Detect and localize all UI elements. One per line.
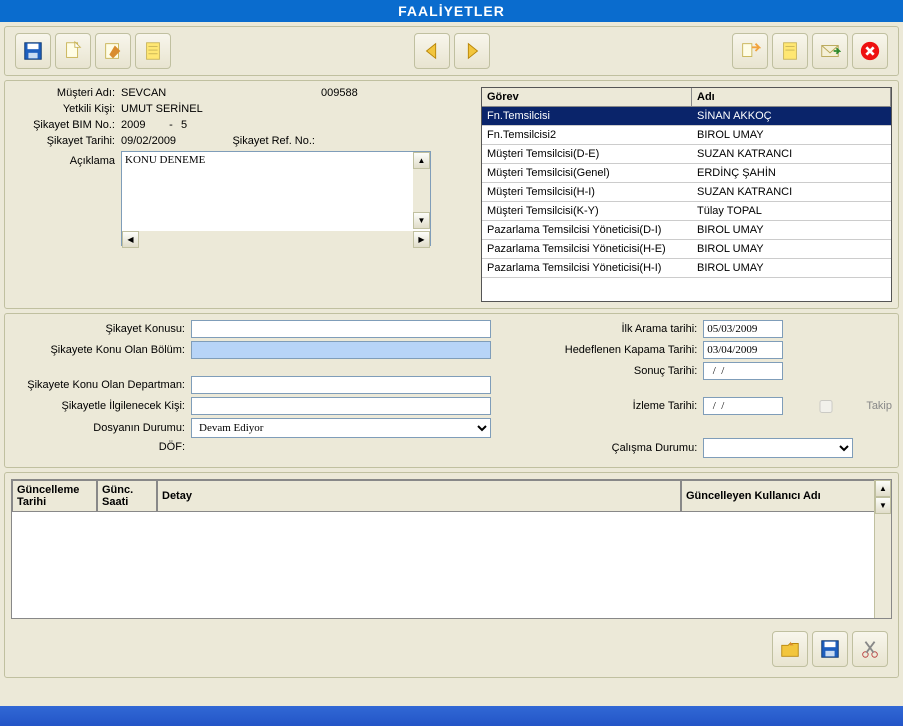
window-title: FAALİYETLER <box>0 0 903 22</box>
status-select[interactable]: Devam Ediyor <box>191 418 491 438</box>
ref-label: Şikayet Ref. No.: <box>211 135 321 147</box>
col-gorev: Görev <box>482 88 692 106</box>
dept-input[interactable] <box>191 376 491 394</box>
roles-grid[interactable]: Görev Adı Fn.TemsilcisiSİNAN AKKOÇFn.Tem… <box>481 87 892 302</box>
track-date-label: İzleme Tarihi: <box>535 400 703 412</box>
main-toolbar <box>4 26 899 76</box>
section-input[interactable] <box>191 341 491 359</box>
bim-sep: - <box>161 119 181 131</box>
bim-no: 5 <box>181 119 187 131</box>
updates-grid[interactable]: Güncelleme Tarihi Günc. Saati Detay Günc… <box>11 479 892 619</box>
export-button[interactable] <box>732 33 768 69</box>
roles-row[interactable]: Fn.TemsilcisiSİNAN AKKOÇ <box>482 107 891 126</box>
subject-label: Şikayet Konusu: <box>11 323 191 335</box>
roles-row[interactable]: Müşteri Temsilcisi(D-E)SUZAN KATRANCI <box>482 145 891 164</box>
roles-row[interactable]: Pazarlama Temsilcisi Yöneticisi(D-I)BIRO… <box>482 221 891 240</box>
top-panel: Müşteri Adı:SEVCAN009588 Yetkili Kişi:UM… <box>4 80 899 309</box>
person-label: Şikayetle İlgilenecek Kişi: <box>11 400 191 412</box>
edit-button[interactable] <box>95 33 131 69</box>
taskbar <box>0 706 903 726</box>
work-status-label: Çalışma Durumu: <box>535 442 703 454</box>
col-adi: Adı <box>692 88 891 106</box>
roles-row[interactable]: Pazarlama Temsilcisi Yöneticisi(H-I)BIRO… <box>482 259 891 278</box>
complaint-date-label: Şikayet Tarihi: <box>11 135 121 147</box>
desc-vscroll[interactable]: ▲▼ <box>413 152 430 229</box>
dept-label: Şikayete Konu Olan Departman: <box>11 379 191 391</box>
next-button[interactable] <box>454 33 490 69</box>
list-button[interactable] <box>772 33 808 69</box>
col-detail: Detay <box>157 480 681 512</box>
roles-row[interactable]: Müşteri Temsilcisi(H-I)SUZAN KATRANCI <box>482 183 891 202</box>
bim-label: Şikayet BIM No.: <box>11 119 121 131</box>
updates-scrollbar[interactable]: ▲▼ <box>874 480 891 618</box>
prev-button[interactable] <box>414 33 450 69</box>
col-update-date: Güncelleme Tarihi <box>12 480 97 512</box>
track-date-input[interactable] <box>703 397 783 415</box>
col-update-time: Günc. Saati <box>97 480 157 512</box>
detail-cut-button[interactable] <box>852 631 888 667</box>
roles-grid-header: Görev Adı <box>482 88 891 107</box>
target-close-input[interactable] <box>703 341 783 359</box>
dof-label: DÖF: <box>11 441 191 453</box>
result-date-label: Sonuç Tarihi: <box>535 365 703 377</box>
complaint-date: 09/02/2009 <box>121 135 211 147</box>
detail-open-button[interactable] <box>772 631 808 667</box>
section-label: Şikayete Konu Olan Bölüm: <box>11 344 191 356</box>
person-input[interactable] <box>191 397 491 415</box>
roles-row[interactable]: Müşteri Temsilcisi(Genel)ERDİNÇ ŞAHİN <box>482 164 891 183</box>
new-button[interactable] <box>55 33 91 69</box>
first-call-input[interactable] <box>703 320 783 338</box>
detail-save-button[interactable] <box>812 631 848 667</box>
mail-button[interactable] <box>812 33 848 69</box>
work-status-select[interactable] <box>703 438 853 458</box>
updates-grid-header: Güncelleme Tarihi Günc. Saati Detay Günc… <box>12 480 891 512</box>
desc-hscroll[interactable]: ◀▶ <box>122 231 430 248</box>
contact-name: UMUT SERİNEL <box>121 103 203 115</box>
first-call-label: İlk Arama tarihi: <box>535 323 703 335</box>
customer-name-label: Müşteri Adı: <box>11 87 121 99</box>
bim-year: 2009 <box>121 119 161 131</box>
col-user: Güncelleyen Kullanıcı Adı <box>681 480 891 512</box>
note-button[interactable] <box>135 33 171 69</box>
result-date-input[interactable] <box>703 362 783 380</box>
contact-label: Yetkili Kişi: <box>11 103 121 115</box>
bottom-panel: Güncelleme Tarihi Günc. Saati Detay Günc… <box>4 472 899 678</box>
customer-code: 009588 <box>321 87 358 99</box>
roles-row[interactable]: Pazarlama Temsilcisi Yöneticisi(H-E)BIRO… <box>482 240 891 259</box>
target-close-label: Hedeflenen Kapama Tarihi: <box>535 344 703 356</box>
track-checkbox[interactable] <box>786 400 866 413</box>
track-chk-label: Takip <box>866 400 892 412</box>
close-button[interactable] <box>852 33 888 69</box>
desc-label: Açıklama <box>11 151 121 167</box>
roles-row[interactable]: Müşteri Temsilcisi(K-Y)Tülay TOPAL <box>482 202 891 221</box>
roles-row[interactable]: Fn.Temsilcisi2BIROL UMAY <box>482 126 891 145</box>
customer-name: SEVCAN <box>121 87 321 99</box>
save-button[interactable] <box>15 33 51 69</box>
mid-panel: Şikayet Konusu: Şikayete Konu Olan Bölüm… <box>4 313 899 468</box>
subject-input[interactable] <box>191 320 491 338</box>
status-label: Dosyanın Durumu: <box>11 422 191 434</box>
